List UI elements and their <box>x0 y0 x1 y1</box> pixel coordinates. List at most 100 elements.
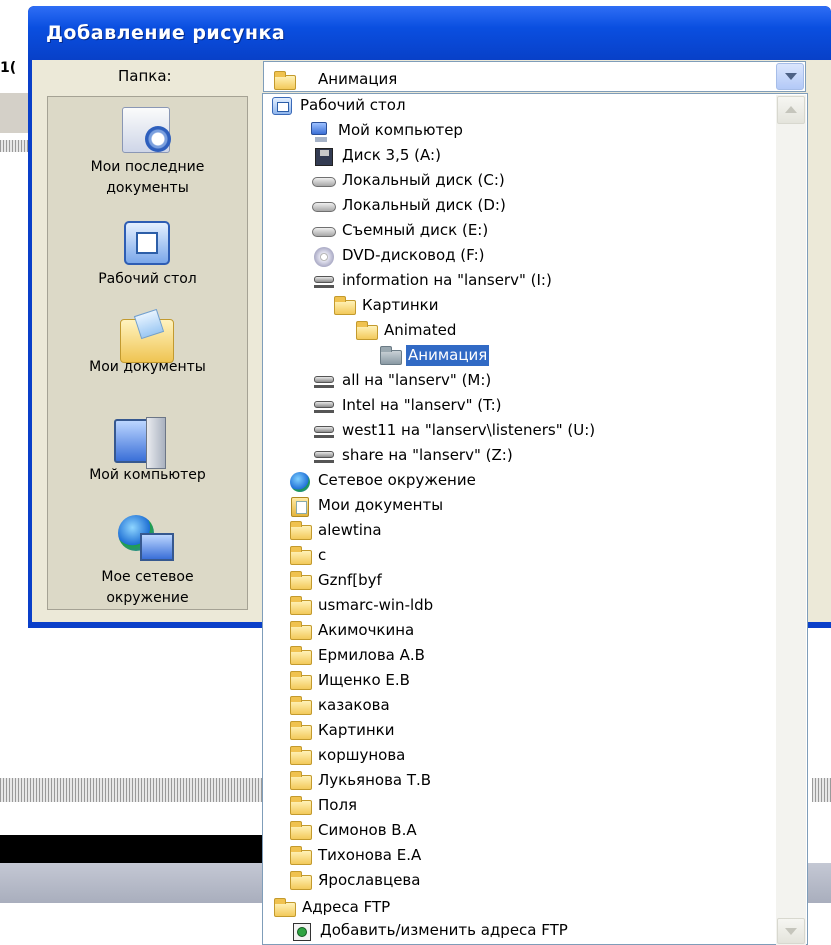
dialog-edge <box>826 60 831 620</box>
dropdown-item[interactable]: usmarc-win-ldb <box>288 593 770 618</box>
dropdown-item[interactable]: Съемный диск (E:) <box>312 218 770 243</box>
dropdown-item-label: Лукьянова Т.В <box>318 771 432 789</box>
desktop-icon <box>124 221 170 265</box>
place-recent-documents[interactable]: Мои последние документы <box>48 103 247 203</box>
dropdown-item[interactable]: c <box>288 543 770 568</box>
ftp-add-icon <box>290 920 314 941</box>
folder-label: Папка: <box>118 67 172 85</box>
folder-icon <box>288 595 312 616</box>
dropdown-item-label: Симонов В.А <box>318 821 417 839</box>
dropdown-item[interactable]: Тихонова Е.А <box>288 843 770 868</box>
dropdown-item[interactable]: Мои документы <box>288 493 770 518</box>
network-drive-icon <box>312 270 336 291</box>
place-my-documents[interactable]: Мои документы <box>48 307 247 407</box>
folder-icon <box>288 670 312 691</box>
dropdown-item[interactable]: west11 на "lanserv\listeners" (U:) <box>312 418 770 443</box>
dropdown-item[interactable]: DVD-дисковод (F:) <box>312 243 770 268</box>
dropdown-item[interactable]: казакова <box>288 693 770 718</box>
removable-drive-icon <box>312 220 336 241</box>
dropdown-item[interactable]: Animated <box>354 318 770 343</box>
dropdown-item[interactable]: Картинки <box>332 293 770 318</box>
hard-drive-icon <box>312 195 336 216</box>
folder-icon <box>288 820 312 841</box>
folder-open-icon <box>378 345 402 366</box>
dropdown-item[interactable]: Ермилова А.В <box>288 643 770 668</box>
dropdown-scrollbar[interactable] <box>776 95 806 945</box>
dropdown-item[interactable]: Локальный диск (C:) <box>312 168 770 193</box>
dropdown-item[interactable]: all на "lanserv" (M:) <box>312 368 770 393</box>
dropdown-item[interactable]: Мой компьютер <box>308 118 770 143</box>
dropdown-item[interactable]: Адреса FTP <box>272 895 770 920</box>
network-drive-icon <box>312 395 336 416</box>
background-ruler <box>0 140 30 152</box>
dropdown-item[interactable]: Диск 3,5 (A:) <box>312 143 770 168</box>
dropdown-item-label: Ермилова А.В <box>318 646 425 664</box>
dropdown-item[interactable]: Рабочий стол <box>270 93 770 118</box>
dropdown-item[interactable]: alewtina <box>288 518 770 543</box>
dropdown-item-label: Мои документы <box>318 496 444 514</box>
folder-icon <box>288 620 312 641</box>
dropdown-item[interactable]: Ищенко Е.В <box>288 668 770 693</box>
dropdown-item[interactable]: Локальный диск (D:) <box>312 193 770 218</box>
dialog-title: Добавление рисунка <box>46 22 286 44</box>
dropdown-item-label: alewtina <box>318 521 382 539</box>
hard-drive-icon <box>312 170 336 191</box>
dropdown-item-label: west11 на "lanserv\listeners" (U:) <box>342 421 596 439</box>
dropdown-item-label: коршунова <box>318 746 406 764</box>
network-places-icon <box>118 515 174 561</box>
background-bar <box>0 835 265 863</box>
folder-icon <box>288 745 312 766</box>
folder-icon <box>288 795 312 816</box>
folder-icon <box>272 68 298 90</box>
dropdown-item-label: Анимация <box>406 345 490 366</box>
place-desktop[interactable]: Рабочий стол <box>48 217 247 297</box>
dropdown-item-label: Сетевое окружение <box>318 471 476 489</box>
dropdown-item-label: Добавить/изменить адреса FTP <box>320 921 568 939</box>
dropdown-item-label: DVD-дисковод (F:) <box>342 246 485 264</box>
dropdown-item-label: information на "lanserv" (I:) <box>342 271 552 289</box>
dropdown-item[interactable]: Intel на "lanserv" (T:) <box>312 393 770 418</box>
dropdown-item[interactable]: Анимация <box>378 343 770 368</box>
dropdown-item[interactable]: Поля <box>288 793 770 818</box>
dropdown-item[interactable]: коршунова <box>288 743 770 768</box>
dropdown-item-label: Акимочкина <box>318 621 415 639</box>
place-network[interactable]: Мое сетевое окружение <box>48 511 247 611</box>
dropdown-item-label: Ищенко Е.В <box>318 671 410 689</box>
dropdown-item[interactable]: share на "lanserv" (Z:) <box>312 443 770 468</box>
dvd-drive-icon <box>312 245 336 267</box>
folder-icon <box>288 645 312 666</box>
dropdown-item[interactable]: information на "lanserv" (I:) <box>312 268 770 293</box>
dropdown-item[interactable]: Картинки <box>288 718 770 743</box>
folder-icon <box>288 570 312 591</box>
dropdown-item[interactable]: Ярославцева <box>288 868 770 893</box>
my-computer-icon <box>114 417 166 469</box>
dropdown-item-label: Картинки <box>318 721 395 739</box>
scroll-down-icon[interactable] <box>777 918 805 944</box>
background-toolbar <box>0 93 30 133</box>
dropdown-item[interactable]: Акимочкина <box>288 618 770 643</box>
chevron-down-icon[interactable] <box>776 63 804 90</box>
desktop-icon <box>270 95 294 116</box>
dropdown-item[interactable]: Добавить/изменить адреса FTP <box>290 918 770 943</box>
dropdown-item-label: Локальный диск (C:) <box>342 171 505 189</box>
computer-icon <box>308 120 332 142</box>
place-my-computer[interactable]: Мой компьютер <box>48 415 247 515</box>
my-documents-icon <box>120 319 174 363</box>
dropdown-item-label: Мой компьютер <box>338 121 463 139</box>
dropdown-item[interactable]: Сетевое окружение <box>288 468 770 493</box>
dropdown-item[interactable]: Gznf[byf <box>288 568 770 593</box>
scroll-up-icon[interactable] <box>777 96 805 124</box>
folder-icon <box>288 870 312 891</box>
dropdown-item-label: Картинки <box>362 296 439 314</box>
dropdown-item-label: Intel на "lanserv" (T:) <box>342 396 502 414</box>
dropdown-item-label: Animated <box>384 321 457 339</box>
my-documents-icon <box>288 495 312 517</box>
folder-icon <box>288 520 312 541</box>
dropdown-item[interactable]: Симонов В.А <box>288 818 770 843</box>
background-statusbar <box>0 863 265 903</box>
dropdown-item[interactable]: Лукьянова Т.В <box>288 768 770 793</box>
folder-icon <box>288 720 312 741</box>
dropdown-item-label: Съемный диск (E:) <box>342 221 489 239</box>
dropdown-item-label: Ярославцева <box>318 871 421 889</box>
folder-icon <box>288 695 312 716</box>
